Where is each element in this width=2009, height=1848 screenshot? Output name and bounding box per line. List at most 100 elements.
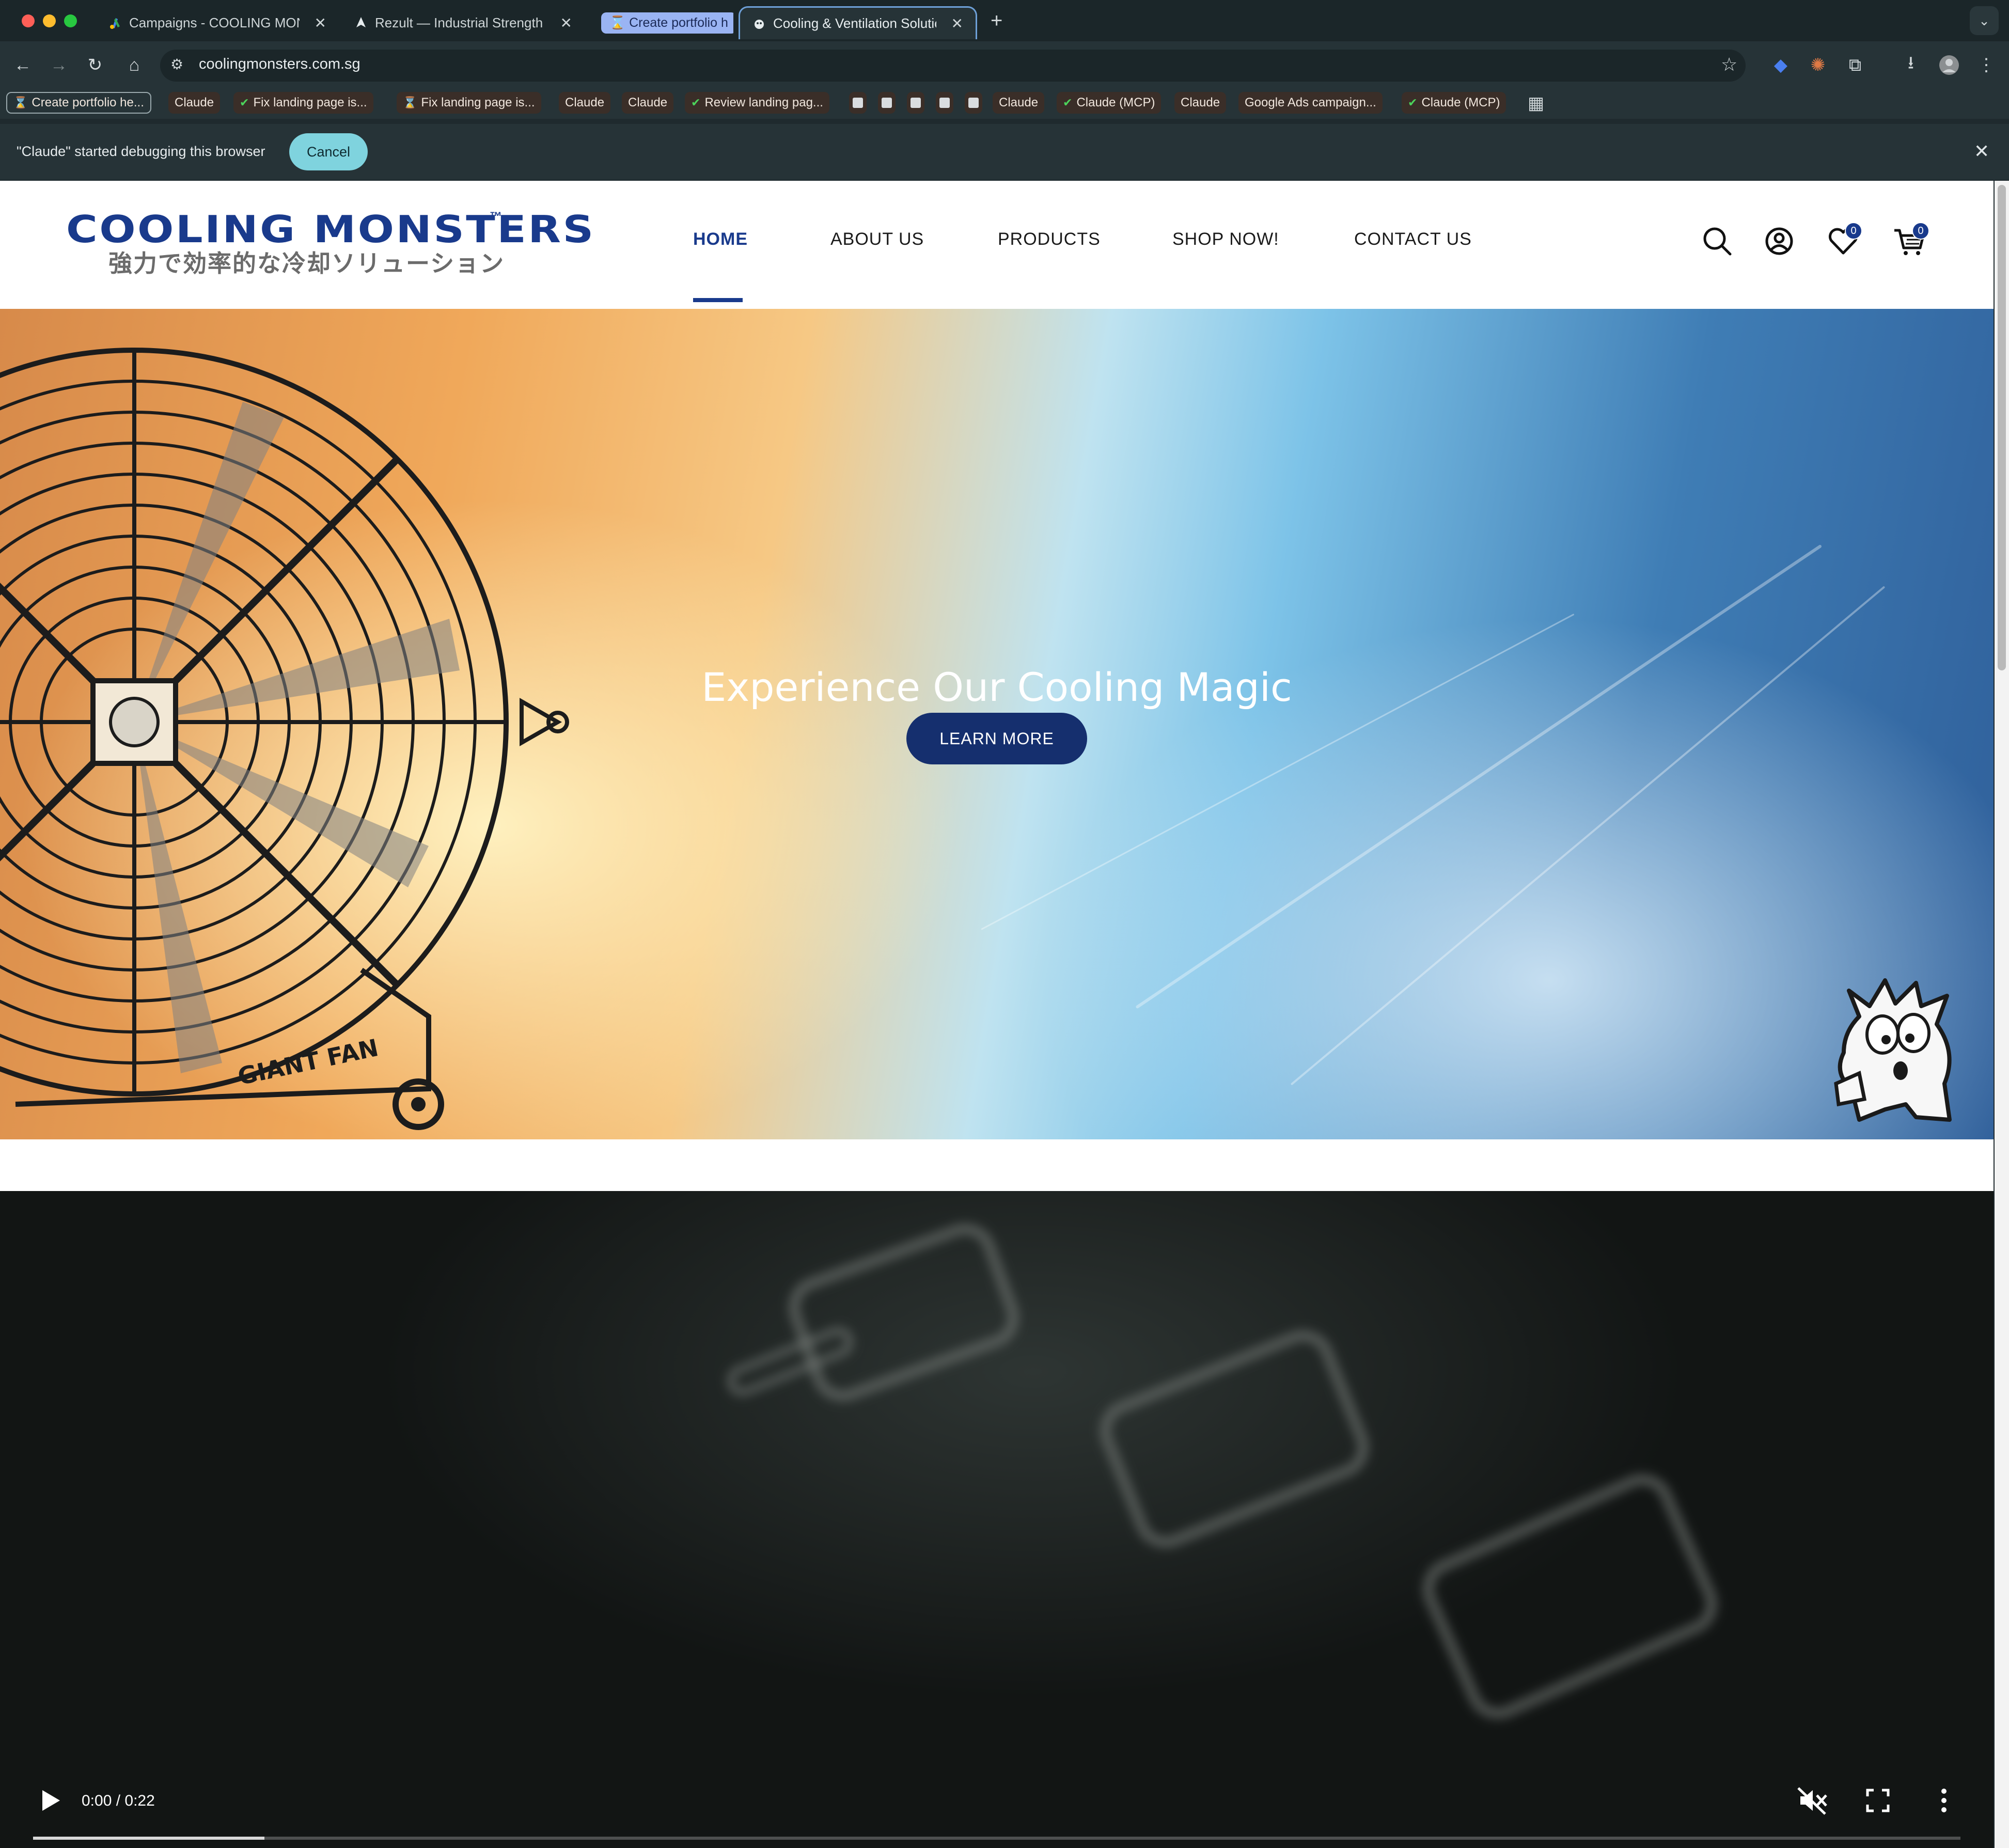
tab-title: Create portfolio h (629, 15, 728, 30)
forward-button[interactable]: → (46, 53, 71, 77)
maximize-window-button[interactable] (64, 14, 77, 27)
monster-mascot-illustration (1834, 978, 1952, 1122)
bookmark-item[interactable]: ✔ Claude (MCP) (1057, 92, 1162, 114)
bookmark-item[interactable]: Claude (1174, 92, 1227, 114)
bookmark-label: Fix landing page is... (421, 96, 535, 109)
bookmark-item[interactable]: Claude (622, 92, 674, 114)
hero-title: Experience Our Cooling Magic (701, 664, 1292, 710)
browser-menu-icon[interactable]: ⋮ (1975, 54, 1998, 76)
bookmark-item[interactable]: ✔ Fix landing page is... (233, 92, 373, 114)
bookmark-item[interactable]: Claude (168, 92, 221, 114)
tab-rezult[interactable]: Rezult — Industrial Strength D ✕ (342, 6, 585, 39)
extensions-puzzle-icon[interactable]: ⧉ (1844, 54, 1866, 76)
bookmark-label: Claude (999, 96, 1039, 109)
tab-group-create-portfolio[interactable]: ⌛ Create portfolio h (589, 6, 733, 39)
browser-window: Campaigns - COOLING MON ✕ Rezult — Indus… (0, 0, 2009, 1848)
tab-cooling-active[interactable]: Cooling & Ventilation Solution ✕ (739, 6, 977, 39)
play-icon[interactable] (40, 1789, 61, 1812)
bookmark-label: Claude (565, 96, 605, 109)
back-button[interactable]: ← (10, 53, 35, 77)
nav-products[interactable]: PRODUCTS (998, 229, 1101, 249)
check-icon: ✔ (691, 96, 701, 109)
hourglass-icon: ⌛ (609, 15, 626, 30)
rezult-icon (354, 16, 368, 29)
new-tab-button[interactable]: + (991, 9, 1002, 33)
extension-tag-icon[interactable]: ◆ (1769, 54, 1792, 76)
logo-tagline: 強力で効率的な冷却ソリューション (108, 250, 505, 277)
bookmark-favicon-item[interactable] (936, 92, 953, 114)
light-streak (1135, 544, 1823, 1009)
site-settings-icon[interactable]: ⚙ (170, 56, 183, 73)
fan-label: GIANT FAN (236, 1033, 381, 1090)
bookmark-label: Fix landing page is... (253, 96, 367, 109)
fullscreen-icon[interactable] (1862, 1785, 1893, 1816)
page-viewport: COOLING MONSTERS ™ 強力で効率的な冷却ソリューション HOME… (0, 181, 1994, 1848)
tab-search-button[interactable]: ⌄ (1970, 6, 1999, 35)
close-tab-icon[interactable]: ✕ (307, 14, 326, 32)
nav-contact-us[interactable]: CONTACT US (1354, 229, 1472, 249)
address-bar[interactable] (160, 50, 1746, 82)
bookmark-label: Claude (MCP) (1076, 96, 1155, 109)
bookmark-label: Review landing pag... (704, 96, 823, 109)
bookmark-item[interactable]: ✔ Claude (MCP) (1402, 92, 1506, 114)
promo-video-player[interactable]: 0:00 / 0:22 (0, 1191, 1994, 1848)
video-time: 0:00 / 0:22 (82, 1792, 155, 1809)
check-icon: ✔ (240, 96, 249, 109)
bookmark-item[interactable]: ⌛ Create portfolio he... (6, 92, 151, 114)
profile-avatar[interactable] (1938, 54, 1960, 76)
bookmark-item[interactable]: Claude (993, 92, 1045, 114)
bookmark-label: Claude (MCP) (1421, 96, 1500, 109)
close-tab-icon[interactable]: ✕ (944, 15, 963, 32)
cancel-debugging-button[interactable]: Cancel (289, 133, 368, 170)
all-bookmarks-grid-icon[interactable]: ▦ (1525, 92, 1547, 115)
nav-home[interactable]: HOME (693, 229, 748, 249)
site-header: COOLING MONSTERS ™ 強力で効率的な冷却ソリューション HOME… (0, 181, 1994, 309)
blurred-button-shape (1090, 1321, 1378, 1557)
logo-trademark: ™ (490, 210, 502, 224)
giant-fan-illustration: GIANT FAN (0, 348, 569, 1130)
url-text[interactable]: coolingmonsters.com.sg (199, 56, 360, 73)
bookmark-label: Claude (1181, 96, 1220, 109)
check-icon: ✔ (1063, 96, 1073, 109)
learn-more-button[interactable]: LEARN MORE (906, 713, 1087, 764)
close-window-button[interactable] (22, 14, 35, 27)
bookmark-star-icon[interactable]: ☆ (1721, 54, 1737, 75)
light-streak (1290, 586, 1886, 1086)
mute-icon[interactable] (1796, 1785, 1827, 1816)
google-ads-icon (108, 16, 122, 29)
bookmark-item[interactable]: Google Ads campaign... (1238, 92, 1383, 114)
bookmark-item[interactable]: Claude (559, 92, 611, 114)
bookmark-label: Create portfolio he... (32, 96, 144, 109)
tab-title: Rezult — Industrial Strength D (375, 14, 545, 30)
minimize-window-button[interactable] (43, 14, 56, 27)
hero-banner: GIANT FAN Experience Our Cooling Magic L… (0, 309, 1994, 1139)
bookmark-favicon-item[interactable] (965, 92, 982, 114)
bookmark-favicon-item[interactable] (878, 92, 896, 114)
cart-count-badge: 0 (1912, 222, 1929, 240)
section-spacer (0, 1139, 1994, 1191)
nav-shop-now[interactable]: SHOP NOW! (1172, 229, 1279, 249)
nav-about-us[interactable]: ABOUT US (830, 229, 924, 249)
more-options-icon[interactable] (1928, 1785, 1959, 1816)
close-infobar-icon[interactable]: ✕ (1974, 140, 1989, 162)
tab-title: Campaigns - COOLING MON (129, 14, 300, 30)
reload-button[interactable]: ↻ (83, 53, 107, 77)
tab-title: Cooling & Ventilation Solution (773, 15, 936, 31)
close-tab-icon[interactable]: ✕ (553, 14, 572, 32)
nav-active-indicator (693, 298, 743, 302)
bookmark-item[interactable]: ✔ Review landing pag... (685, 92, 829, 114)
home-button[interactable]: ⌂ (122, 53, 147, 77)
check-icon: ✔ (1408, 96, 1418, 109)
bookmark-item[interactable]: ⌛ Fix landing page is... (397, 92, 541, 114)
infobar-message: "Claude" started debugging this browser (17, 144, 265, 159)
tab-campaigns[interactable]: Campaigns - COOLING MON ✕ (96, 6, 339, 39)
bookmark-favicon-item[interactable] (907, 92, 924, 114)
bookmark-favicon-item[interactable] (849, 92, 867, 114)
account-icon[interactable] (1761, 223, 1797, 259)
search-icon[interactable] (1699, 223, 1735, 259)
bookmark-label: Google Ads campaign... (1245, 96, 1376, 109)
video-progress-track[interactable] (33, 1837, 1960, 1840)
page-scrollbar-thumb[interactable] (1998, 185, 2006, 670)
claude-extension-icon[interactable]: ✺ (1807, 54, 1829, 76)
downloads-icon[interactable]: ⭳ (1900, 53, 1922, 76)
